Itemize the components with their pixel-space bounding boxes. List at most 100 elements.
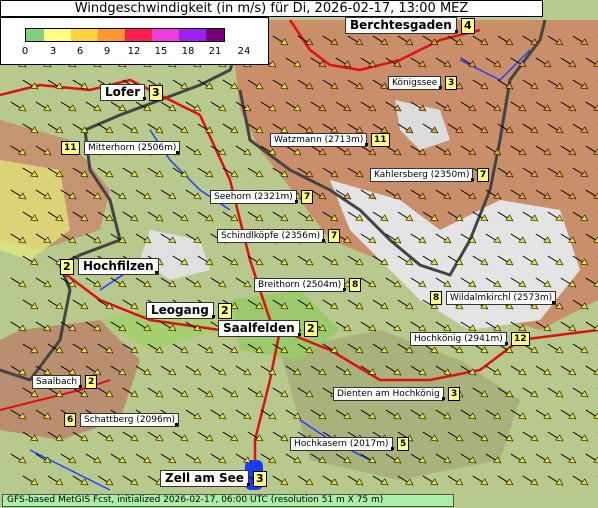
wind-arrow — [585, 277, 598, 287]
wind-arrow — [10, 365, 27, 376]
wind-arrow — [260, 145, 277, 156]
wind-arrow — [322, 35, 339, 46]
wind-arrow — [110, 365, 127, 376]
wind-arrow — [585, 233, 598, 243]
wind-arrow — [485, 189, 502, 200]
wind-arrow — [310, 145, 327, 156]
wind-arrow — [72, 475, 89, 486]
wind-arrow — [172, 167, 189, 178]
legend-color-swatch — [125, 29, 152, 41]
wind-arrow — [510, 453, 527, 464]
wind-arrow — [172, 387, 189, 398]
wind-arrow — [422, 255, 439, 266]
place-label: Kahlersberg (2350m) — [370, 168, 474, 182]
legend-tick-label: 12 — [127, 46, 141, 57]
wind-arrow — [35, 101, 52, 112]
wind-arrow — [472, 123, 489, 134]
wind-arrow — [585, 57, 598, 67]
wind-arrow — [260, 409, 277, 420]
wind-arrow — [72, 431, 89, 442]
wind-arrow — [547, 35, 564, 46]
wind-arrow — [447, 431, 464, 442]
wind-arrow — [497, 475, 514, 486]
wind-speed-value: 3 — [253, 471, 267, 487]
wind-arrow — [235, 145, 252, 156]
wind-arrow — [210, 409, 227, 420]
wind-arrow — [522, 123, 539, 134]
wind-arrow — [535, 277, 552, 288]
wind-arrow — [460, 453, 477, 464]
wind-arrow — [472, 79, 489, 90]
wind-arrow — [547, 123, 564, 134]
wind-arrow — [22, 431, 39, 442]
wind-arrow — [247, 123, 264, 134]
wind-arrow — [460, 277, 477, 288]
wind-arrow — [247, 167, 264, 178]
wind-arrow — [447, 211, 464, 222]
wind-arrow — [522, 79, 539, 90]
wind-arrow — [360, 277, 377, 288]
wind-arrow — [435, 101, 452, 112]
legend-tick-label: 15 — [154, 46, 168, 57]
wind-arrow — [172, 123, 189, 134]
wind-arrow — [572, 255, 589, 266]
wind-arrow — [235, 277, 252, 288]
place-label: Hochkasern (2017m) — [290, 437, 393, 451]
wind-arrow — [235, 409, 252, 420]
legend-color-swatch — [179, 29, 206, 41]
wind-arrow — [385, 189, 402, 200]
wind-arrow — [47, 343, 64, 354]
wind-arrow — [160, 277, 177, 288]
wind-arrow — [585, 409, 598, 419]
wind-arrow — [560, 365, 577, 376]
wind-arrow — [372, 475, 389, 486]
wind-arrow — [585, 453, 598, 463]
place-label: Königssee — [388, 76, 442, 90]
wind-arrow — [485, 365, 502, 376]
wind-arrow — [197, 255, 214, 266]
wind-arrow — [47, 211, 64, 222]
wind-arrow — [460, 409, 477, 420]
wind-arrow — [472, 35, 489, 46]
wind-arrow — [210, 277, 227, 288]
wind-arrow — [310, 101, 327, 112]
wind-arrow — [235, 453, 252, 464]
legend-tick-label: 9 — [103, 46, 111, 57]
wind-arrow — [297, 343, 314, 354]
wind-arrow — [485, 57, 502, 68]
wind-arrow — [347, 475, 364, 486]
wind-arrow — [447, 35, 464, 46]
wind-arrow — [460, 365, 477, 376]
wind-arrow — [172, 431, 189, 442]
wind-arrow — [72, 387, 89, 398]
wind-arrow — [547, 255, 564, 266]
wind-arrow — [185, 453, 202, 464]
wind-arrow — [297, 255, 314, 266]
wind-arrow — [410, 233, 427, 244]
wind-arrow — [472, 211, 489, 222]
wind-arrow — [347, 299, 364, 310]
wind-arrow — [460, 233, 477, 244]
wind-arrow — [272, 343, 289, 354]
wind-arrow — [97, 123, 114, 134]
wind-arrow — [22, 211, 39, 222]
wind-arrow — [510, 409, 527, 420]
wind-arrow — [47, 299, 64, 310]
wind-speed-value: 3 — [149, 85, 163, 101]
wind-arrow — [135, 321, 152, 332]
wind-arrow — [235, 365, 252, 376]
wind-arrow — [10, 101, 27, 112]
wind-arrow — [122, 475, 139, 486]
wind-arrow — [47, 475, 64, 486]
wind-arrow — [285, 57, 302, 68]
place-marker — [175, 423, 178, 426]
place-marker — [442, 397, 445, 400]
wind-arrow — [122, 211, 139, 222]
place-marker — [176, 151, 179, 154]
wind-arrow — [547, 387, 564, 398]
wind-arrow — [97, 387, 114, 398]
wind-arrow — [485, 409, 502, 420]
place-marker — [391, 447, 394, 450]
place-marker — [295, 200, 298, 203]
wind-arrow — [435, 453, 452, 464]
